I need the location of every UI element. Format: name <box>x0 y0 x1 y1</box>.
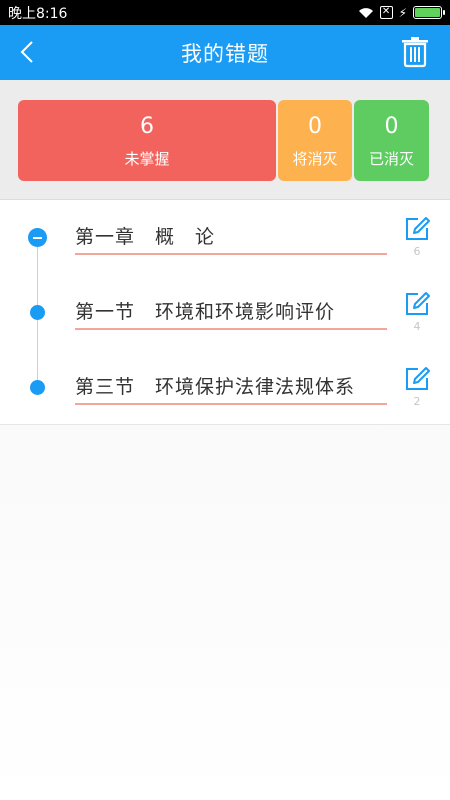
status-time: 晚上8:16 <box>8 5 68 22</box>
status-icons: ✕ ⚡ <box>358 5 445 20</box>
stat-not-mastered[interactable]: 6 未掌握 <box>18 100 276 181</box>
item-underline <box>75 253 387 255</box>
back-button[interactable] <box>10 35 44 69</box>
item-underline <box>75 328 387 330</box>
stat-value: 0 <box>384 114 399 139</box>
stat-label: 未掌握 <box>124 150 170 168</box>
stats-panel: 6 未掌握 0 将消灭 0 已消灭 <box>0 80 450 200</box>
battery-icon <box>413 6 445 19</box>
timeline-dot <box>30 380 45 395</box>
item-count: 2 <box>413 395 421 408</box>
item-underline <box>75 403 387 405</box>
wifi-icon <box>358 7 373 18</box>
item-count: 6 <box>413 245 421 258</box>
sim-icon: ✕ <box>379 6 393 19</box>
stat-eliminated[interactable]: 0 已消灭 <box>354 100 429 181</box>
chapter-title[interactable]: 第一章 概 论 <box>75 222 215 249</box>
back-arrow-icon <box>20 41 33 63</box>
stat-value: 6 <box>140 114 154 139</box>
section-title[interactable]: 第一节 环境和环境影响评价 <box>75 297 335 324</box>
page-title: 我的错题 <box>181 41 269 66</box>
edit-icon[interactable] <box>404 366 430 392</box>
edit-icon[interactable] <box>404 291 430 317</box>
stat-value: 0 <box>308 114 322 139</box>
delete-button[interactable] <box>400 36 430 68</box>
status-bar: 晚上8:16 ✕ ⚡ <box>0 0 450 25</box>
stat-label: 已消灭 <box>368 150 414 168</box>
edit-icon[interactable] <box>404 216 430 242</box>
stat-to-eliminate[interactable]: 0 将消灭 <box>278 100 352 181</box>
section-title[interactable]: 第三节 环境保护法律法规体系 <box>75 372 355 399</box>
item-count: 4 <box>413 320 421 333</box>
charging-icon: ⚡ <box>398 5 407 20</box>
app-bar: 我的错题 <box>0 25 450 80</box>
chapter-list: 第一章 概 论 6 第一节 环境和环境影响评价 4 第三节 环境保护法律法规体系… <box>0 200 450 425</box>
stat-label: 将消灭 <box>292 150 338 168</box>
collapse-icon[interactable] <box>28 228 47 247</box>
trash-icon <box>402 37 428 68</box>
list-item[interactable]: 第一节 环境和环境影响评价 4 <box>0 275 450 350</box>
list-item[interactable]: 第一章 概 论 6 <box>0 200 450 275</box>
list-item[interactable]: 第三节 环境保护法律法规体系 2 <box>0 350 450 425</box>
timeline-dot <box>30 305 45 320</box>
